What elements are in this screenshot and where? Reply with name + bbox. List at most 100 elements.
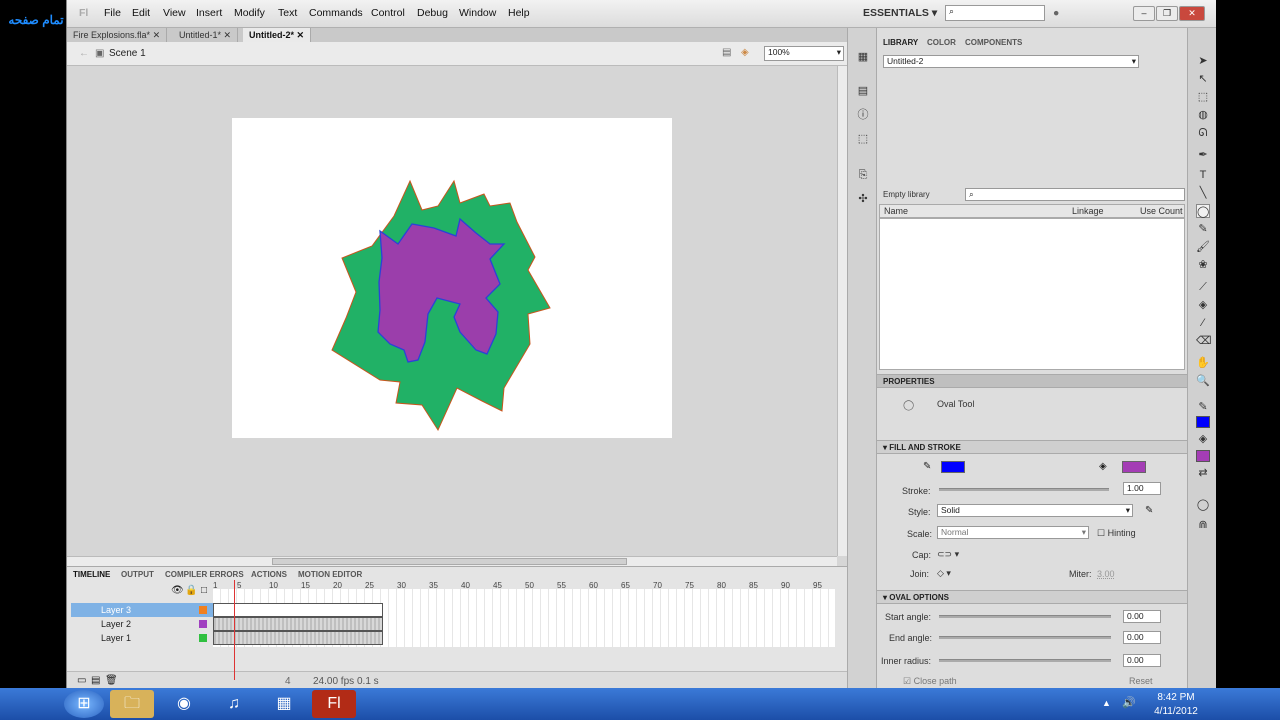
volume-icon[interactable]: 🔊 (1122, 696, 1136, 709)
reset-button[interactable]: Reset (1129, 676, 1153, 686)
col-linkage[interactable]: Linkage (1072, 206, 1104, 216)
layer-row-3[interactable]: Layer 3 (71, 603, 213, 617)
code-snippets-icon[interactable]: ⎘ (856, 168, 870, 182)
menu-modify[interactable]: Modify (234, 7, 265, 19)
properties-header[interactable]: PROPERTIES (877, 374, 1187, 388)
sync-icon[interactable]: ● (1053, 7, 1059, 19)
close-icon[interactable]: ✕ (297, 30, 305, 40)
tab-actions[interactable]: ACTIONS (251, 570, 287, 579)
transform-icon[interactable]: ⬚ (856, 132, 870, 146)
layer-row-1[interactable]: Layer 1 (71, 631, 213, 645)
tab-compiler-errors[interactable]: COMPILER ERRORS (165, 570, 244, 579)
paint-bucket-tool-icon[interactable]: ◈ (1196, 298, 1210, 312)
brush-tool-icon[interactable]: 🖌 (1196, 240, 1210, 254)
tab-timeline[interactable]: TIMELINE (73, 570, 110, 579)
close-icon[interactable]: ✕ (224, 30, 232, 40)
tab-components[interactable]: COMPONENTS (965, 38, 1022, 47)
delete-layer-icon[interactable]: 🗑 (105, 675, 118, 686)
itunes-taskbar-icon[interactable]: ♫ (212, 690, 256, 718)
menu-view[interactable]: View (163, 7, 186, 19)
show-hide-icon[interactable]: 👁 (171, 585, 184, 596)
lock-icon[interactable]: 🔒 (185, 585, 197, 596)
join-select[interactable]: ◇ ▾ (937, 568, 951, 579)
scroll-thumb[interactable] (272, 558, 627, 565)
menu-help[interactable]: Help (508, 7, 530, 19)
close-button[interactable]: ✕ (1179, 6, 1205, 21)
deco-tool-icon[interactable]: ❀ (1196, 258, 1210, 272)
stage-horizontal-scrollbar[interactable] (67, 556, 837, 566)
menu-text[interactable]: Text (278, 7, 297, 19)
start-button[interactable]: ⊞ (64, 690, 104, 718)
stage-canvas[interactable] (232, 118, 672, 438)
edit-scene-icon[interactable]: ▤ (722, 47, 731, 58)
media-taskbar-icon[interactable]: ▦ (262, 690, 306, 718)
tab-library[interactable]: LIBRARY (883, 38, 918, 47)
bone-tool-icon[interactable]: ⟋ (1196, 280, 1210, 294)
text-tool-icon[interactable]: T (1196, 168, 1210, 182)
cap-select[interactable]: ⊂⊃ ▾ (937, 549, 959, 560)
tray-arrow-icon[interactable]: ▲ (1102, 698, 1111, 708)
layer3-frames[interactable] (213, 603, 383, 617)
hand-tool-icon[interactable]: ✋ (1196, 356, 1210, 370)
menu-control[interactable]: Control (371, 7, 405, 19)
fill-color-swatch[interactable] (1122, 461, 1146, 473)
zoom-tool-icon[interactable]: 🔍 (1196, 374, 1210, 388)
new-layer-icon[interactable]: ▭ (77, 675, 86, 686)
restore-button[interactable]: ❐ (1156, 6, 1178, 21)
clock-date[interactable]: 4/11/2012 (1146, 706, 1206, 717)
playhead[interactable] (234, 580, 235, 680)
3d-rotation-tool-icon[interactable]: ◍ (1196, 108, 1210, 122)
library-document-select[interactable]: Untitled-2 ▾ (883, 55, 1139, 68)
outline-icon[interactable]: □ (201, 585, 207, 596)
clock-time[interactable]: 8:42 PM (1150, 692, 1202, 703)
menu-window[interactable]: Window (459, 7, 496, 19)
layer2-frames[interactable] (213, 617, 383, 631)
tab-untitled-1[interactable]: Untitled-1* ✕ (173, 28, 239, 42)
tab-untitled-2[interactable]: Untitled-2* ✕ (243, 28, 312, 42)
library-list[interactable] (879, 218, 1185, 370)
menu-debug[interactable]: Debug (417, 7, 448, 19)
subselection-tool-icon[interactable]: ↖ (1196, 72, 1210, 86)
stroke-slider[interactable] (939, 488, 1109, 491)
flash-taskbar-icon[interactable]: Fl (312, 690, 356, 718)
explosion-green-shape[interactable] (331, 179, 551, 432)
free-transform-tool-icon[interactable]: ⬚ (1196, 90, 1210, 104)
object-drawing-icon[interactable]: ◯ (1196, 498, 1210, 512)
snap-icon[interactable]: ⋒ (1196, 518, 1210, 532)
stroke-input[interactable]: 1.00 (1123, 482, 1161, 495)
library-search-input[interactable]: ⌕ (965, 188, 1185, 201)
line-tool-icon[interactable]: ╲ (1196, 186, 1210, 200)
close-icon[interactable]: ✕ (153, 30, 161, 40)
swatches-icon[interactable]: ▤ (856, 84, 870, 98)
layer1-frames[interactable] (213, 631, 383, 645)
pencil-tool-icon[interactable]: ✎ (1196, 222, 1210, 236)
tab-fire-explosions[interactable]: Fire Explosions.fla* ✕ (67, 28, 168, 42)
end-angle-slider[interactable] (939, 636, 1111, 639)
help-search-input[interactable]: ⌕ (945, 5, 1045, 21)
align-icon[interactable]: ▦ (856, 50, 870, 64)
eyedropper-tool-icon[interactable]: ⁄ (1196, 316, 1210, 330)
hinting-checkbox[interactable]: ☐ Hinting (1097, 528, 1136, 539)
stage-vertical-scrollbar[interactable] (837, 66, 847, 556)
fill-stroke-section[interactable]: ▾ FILL AND STROKE (877, 440, 1187, 454)
oval-options-section[interactable]: ▾ OVAL OPTIONS (877, 590, 1187, 604)
layer-row-2[interactable]: Layer 2 (71, 617, 213, 631)
swap-colors-icon[interactable]: ⇄ (1196, 466, 1210, 480)
edit-symbol-icon[interactable]: ◈ (741, 47, 749, 58)
workspace-switcher[interactable]: ESSENTIALS ▾ (863, 7, 937, 19)
zoom-select[interactable]: 100% ▾ (764, 46, 844, 61)
miter-value[interactable]: 3.00 (1097, 569, 1115, 579)
eraser-tool-icon[interactable]: ⌫ (1196, 334, 1212, 348)
menu-commands[interactable]: Commands (309, 7, 363, 19)
stroke-color-swatch[interactable] (941, 461, 965, 473)
frame-rate[interactable]: 24.00 fps (313, 676, 354, 687)
style-select[interactable]: Solid ▾ (937, 504, 1133, 517)
col-name[interactable]: Name (884, 206, 908, 216)
menu-edit[interactable]: Edit (132, 7, 150, 19)
explorer-taskbar-icon[interactable]: 🗀 (110, 690, 154, 718)
new-folder-icon[interactable]: ▤ (91, 675, 100, 686)
menu-file[interactable]: File (104, 7, 121, 19)
menu-insert[interactable]: Insert (196, 7, 222, 19)
back-arrow-icon[interactable]: ← (79, 48, 89, 59)
oval-tool-icon[interactable]: ◯ (1196, 204, 1210, 218)
